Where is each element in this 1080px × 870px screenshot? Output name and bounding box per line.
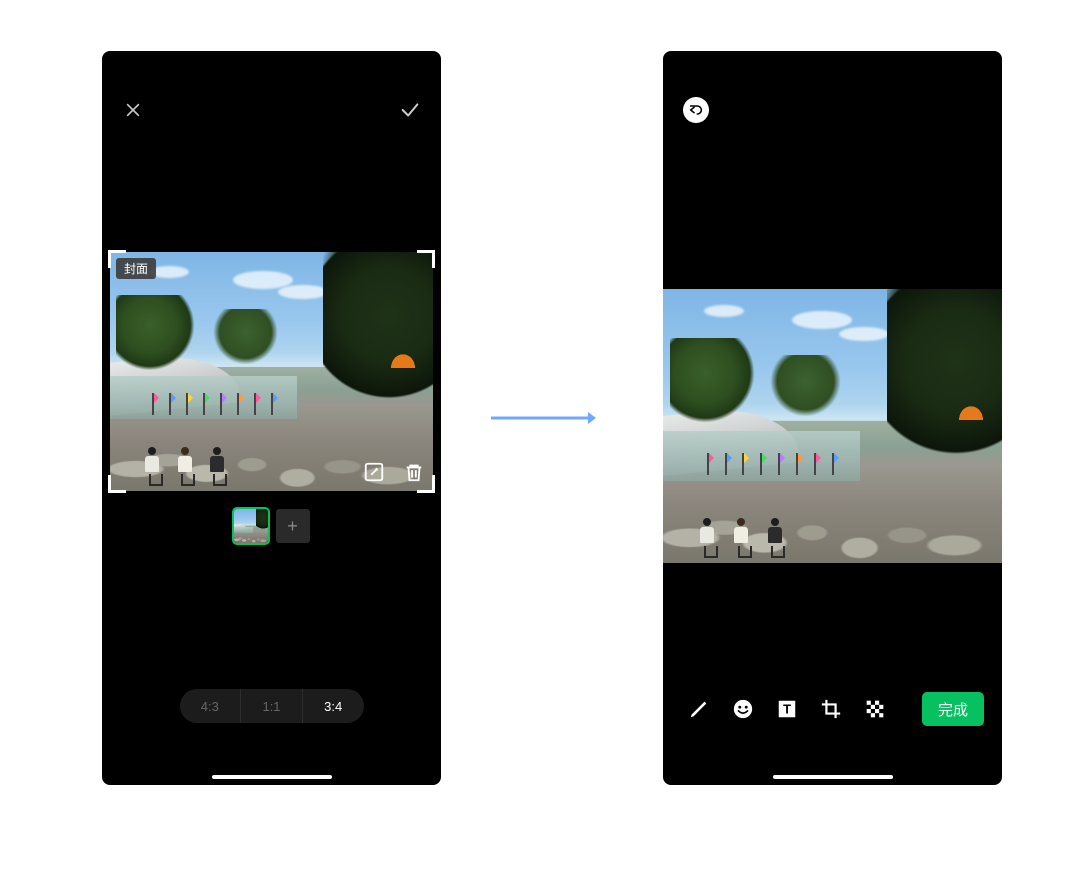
home-indicator[interactable] xyxy=(773,775,893,779)
ratio-4-3[interactable]: 4:3 xyxy=(180,689,242,723)
crop-tool-icon[interactable] xyxy=(819,697,843,721)
photo-edit-screen: T 完成 xyxy=(663,51,1002,785)
text-tool-icon[interactable]: T xyxy=(775,697,799,721)
close-icon[interactable] xyxy=(120,97,146,123)
ratio-3-4[interactable]: 3:4 xyxy=(303,689,364,723)
done-button[interactable]: 完成 xyxy=(922,692,984,726)
transition-arrow-icon xyxy=(491,411,596,425)
draw-tool-icon[interactable] xyxy=(687,697,711,721)
crop-frame[interactable]: 封面 xyxy=(110,252,433,491)
aspect-ratio-selector: 4:3 1:1 3:4 xyxy=(180,689,364,723)
ratio-1-1[interactable]: 1:1 xyxy=(241,689,303,723)
crop-cover-screen: 封面 + 4:3 1:1 3:4 xyxy=(102,51,441,785)
emoji-tool-icon[interactable] xyxy=(731,697,755,721)
cover-overlay-actions xyxy=(361,459,427,485)
confirm-icon[interactable] xyxy=(397,97,423,123)
crop-handle-bl[interactable] xyxy=(108,475,126,493)
delete-cover-icon[interactable] xyxy=(401,459,427,485)
plus-icon: + xyxy=(287,516,298,537)
edit-cover-icon[interactable] xyxy=(361,459,387,485)
edit-toolbar: T 完成 xyxy=(663,681,1002,737)
edit-photo[interactable] xyxy=(663,289,1002,563)
undo-button[interactable] xyxy=(683,97,709,123)
mosaic-tool-icon[interactable] xyxy=(863,697,887,721)
cover-tag: 封面 xyxy=(116,258,156,279)
thumbnail-strip: + xyxy=(102,509,441,543)
home-indicator[interactable] xyxy=(212,775,332,779)
add-photo-button[interactable]: + xyxy=(276,509,310,543)
svg-text:T: T xyxy=(783,702,791,717)
thumbnail-1[interactable] xyxy=(234,509,268,543)
crop-topbar xyxy=(102,97,441,123)
crop-handle-tr[interactable] xyxy=(417,250,435,268)
cover-photo xyxy=(110,252,433,491)
